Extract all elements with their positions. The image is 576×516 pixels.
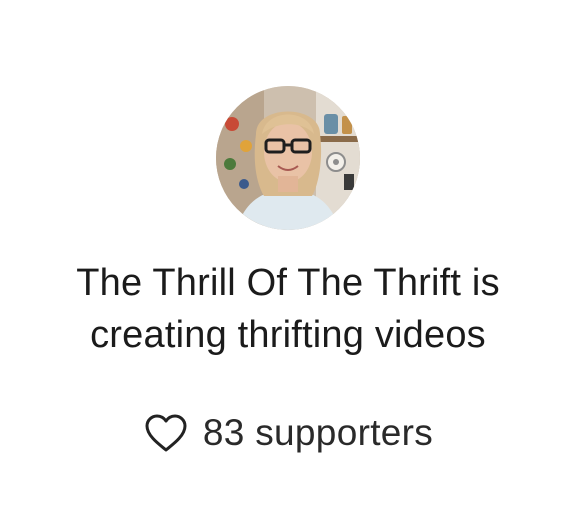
supporters-count: 83 supporters (0, 408, 576, 458)
supporters-label: 83 supporters (202, 412, 434, 453)
avatar (216, 86, 360, 230)
creator-profile-card: The Thrill Of The Thrift is creating thr… (0, 0, 576, 516)
creator-headline-name: The Thrill Of The Thrift is (76, 262, 500, 304)
heart-icon (143, 413, 189, 453)
creator-headline-activity: creating thrifting videos (90, 314, 486, 356)
avatar-photo (216, 86, 360, 230)
